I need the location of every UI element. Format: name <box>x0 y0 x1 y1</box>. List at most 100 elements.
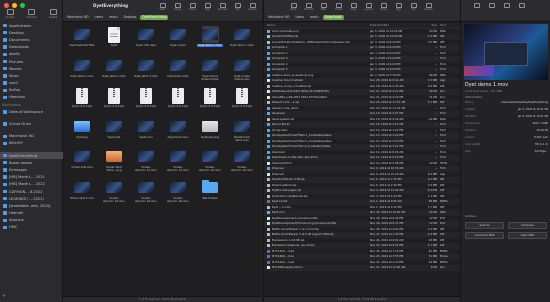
grid-item[interactable]: Dyet demo.mp4 <box>162 55 194 86</box>
grid-item[interactable]: Dyet demo 2.mp4 <box>98 55 130 86</box>
grid-item[interactable]: Dyet iCloud Support.mp4 <box>194 55 226 86</box>
sidebar-item-hmc[interactable]: HMC <box>0 224 63 231</box>
view-tool-button[interactable]: View <box>346 1 361 14</box>
sidebar-item-cdfhain-8-2022[interactable]: CDFHAIN... 8-2022 <box>0 188 63 195</box>
connect-button[interactable]: Connect <box>24 9 40 21</box>
tags-tool-button[interactable]: Tags <box>200 1 215 14</box>
sidebar-item-desktop[interactable]: Desktop <box>0 29 63 36</box>
breadcrumb-asafu[interactable]: asafu <box>107 15 119 21</box>
grid-item[interactable]: Screen Record...22.mov <box>98 177 130 208</box>
sidebar-item-dcimages[interactable]: Dcimages <box>0 166 63 173</box>
back-tool-button[interactable]: Back <box>286 1 301 14</box>
grid-item[interactable]: Test Folders <box>194 177 226 208</box>
share-tool-button[interactable]: Share <box>376 1 391 14</box>
group-tool-button[interactable]: Group <box>170 1 185 14</box>
breadcrumb-desktop[interactable]: Desktop <box>122 15 139 21</box>
grid-item[interactable]: Dyet Selected Files <box>66 24 98 55</box>
video-preview[interactable] <box>464 24 548 80</box>
preview-tool-button[interactable] <box>469 1 484 14</box>
sidebar-item-dwdfy[interactable]: dwdfy <box>0 51 63 58</box>
groups-button[interactable]: Groups <box>2 9 18 21</box>
grid-item[interactable]: Dyet v1.0.2.zip <box>98 85 130 116</box>
sidebar-item-movies[interactable]: Movies <box>0 65 63 72</box>
more-tool-button[interactable] <box>514 1 529 14</box>
sidebar-item-homelan[interactable]: Homelan <box>0 94 63 101</box>
grid-item[interactable]: Dyet demo 2.mov <box>66 55 98 86</box>
column-name[interactable]: Name <box>264 23 370 28</box>
breadcrumb-dyeteverything[interactable]: DyetEverything <box>140 14 169 21</box>
convert-to-mp4-button[interactable]: Convert to MP4 <box>465 232 504 239</box>
sidebar-item-streetable-alfa-2020[interactable]: [streetable, alfa, 2020] <box>0 202 63 209</box>
grid-item[interactable]: Dyet demo.mov <box>162 116 194 147</box>
breadcrumb-asafu[interactable]: asafu <box>308 15 320 21</box>
grid-item[interactable]: Virtual dyet.mov <box>66 146 98 177</box>
preview-tool-button[interactable]: Preview <box>215 1 230 14</box>
minimize-window-button[interactable] <box>12 3 17 8</box>
grid-item[interactable]: Dyet v1.0.5.zip <box>194 85 226 116</box>
column-kind[interactable]: Kind <box>439 23 459 28</box>
grid-item[interactable]: Dyet v1.0.6.zip <box>226 85 258 116</box>
column-date-modified[interactable]: Date Modified <box>370 23 418 28</box>
grid-item[interactable]: Screen Record...16.mov <box>194 146 226 177</box>
sidebar-item-hb-made-l-2021[interactable]: [HB] Made L... 2021 <box>0 174 63 181</box>
sidebar-item-boom-assets[interactable]: Boom assets <box>0 159 63 166</box>
grid-item[interactable]: Dyet v1.0.1.zip <box>66 85 98 116</box>
grid-item[interactable]: Dyet <box>98 24 130 55</box>
grid-item[interactable]: Dyet 3.4b.mp4 <box>130 24 162 55</box>
close-window-button[interactable] <box>4 3 9 8</box>
group-tool-button[interactable]: Group <box>331 1 346 14</box>
sidebar-item-dyeteverything[interactable]: DyetEverything <box>0 152 63 160</box>
sidebar-item-default-workspace[interactable]: Default Workspace <box>0 108 63 115</box>
grid-item[interactable]: Screen Shot 2021-...png <box>98 146 130 177</box>
grid-item[interactable]: Dyet v1.0.3.zip <box>130 85 162 116</box>
breadcrumb-users[interactable]: Users <box>293 15 306 21</box>
sidebar-item-rolfup[interactable]: Rolfup <box>0 87 63 94</box>
breadcrumb-macintosh-hd[interactable]: Macintosh HD <box>65 15 90 21</box>
grid-item[interactable]: Screen Record...26.mov <box>162 177 194 208</box>
breadcrumb-users[interactable]: Users <box>92 15 105 21</box>
share-tool-button[interactable] <box>499 1 514 14</box>
tags-tool-button[interactable]: Tags <box>391 1 406 14</box>
open-with-button[interactable]: Open With <box>508 232 547 239</box>
column-size[interactable]: Size <box>418 23 439 28</box>
grid-item[interactable]: Screen Record...12.mov <box>130 146 162 177</box>
grid-item[interactable]: Dyet demo 3.mp4 <box>130 55 162 86</box>
sidebar-item-music[interactable]: Music <box>0 72 63 79</box>
info-tool-button[interactable]: Info <box>406 1 421 14</box>
view-tool-button[interactable]: View <box>155 1 170 14</box>
sidebar-item-legends-2022[interactable]: LEGENDS (...-2022) <box>0 195 63 202</box>
search-tool-button[interactable]: Search <box>245 1 260 14</box>
grid-item[interactable]: Pocket track demo.mov <box>226 116 258 147</box>
zoom-window-button[interactable] <box>20 3 25 8</box>
grid-item[interactable]: Screen Record...14.mov <box>162 146 194 177</box>
sidebar-item-macintosh-hd[interactable]: Macintosh HD <box>0 133 63 140</box>
compress-button[interactable]: Compress <box>508 222 547 229</box>
grid-item[interactable]: Dyet 1.mp4 <box>162 24 194 55</box>
grid-item[interactable]: Screen Record...24.mov <box>130 177 162 208</box>
breadcrumb-macintosh-hd[interactable]: Macintosh HD <box>266 15 291 21</box>
info-value[interactable]: Add Tags... <box>483 150 548 153</box>
sidebar-item-appcore[interactable]: Appcore <box>0 217 63 224</box>
layout-tool-button[interactable]: Layout <box>361 1 376 14</box>
grid-item[interactable]: Dyet demo 1.mp4 <box>226 24 258 55</box>
send-to-button[interactable]: Send to <box>465 222 504 229</box>
share-tool-button[interactable]: Share <box>185 1 200 14</box>
grid-item[interactable]: Virtual dyet 2.mov <box>66 177 98 208</box>
grid-item[interactable]: Dyet demo 1.mov <box>194 24 226 55</box>
sidebar-item-xsmf[interactable]: xsmf <box>0 80 63 87</box>
sidebar-item-icloud-drive[interactable]: iCloud Drive <box>0 120 63 127</box>
sidebar-item-hb-made-l-2022[interactable]: [HB] Made L... 2022 <box>0 181 63 188</box>
table-row[interactable]: f271466b-apple-domin Nov 21, 2019 at 11:0… <box>264 265 460 271</box>
sidebar-item-applications[interactable]: Applications <box>0 22 63 29</box>
sidebar-item-documents[interactable]: Documents <box>0 36 63 43</box>
path-tool-button[interactable]: Path <box>316 1 331 14</box>
search-tool-button[interactable]: Search <box>421 1 436 14</box>
grid-item[interactable]: Dyet scrape folders.mov <box>226 55 258 86</box>
add-location-icon[interactable]: + <box>2 293 6 299</box>
grid-item[interactable]: Dyetnote.png <box>194 116 226 147</box>
info-tool-button[interactable]: Info <box>230 1 245 14</box>
sidebar-item-hotmail[interactable]: Hotmail <box>0 210 63 217</box>
collect-button[interactable]: Collect <box>45 9 61 21</box>
grid-item[interactable]: Dyet v1.0.4.zip <box>162 85 194 116</box>
sidebar-item-downloads[interactable]: Downloads <box>0 44 63 51</box>
